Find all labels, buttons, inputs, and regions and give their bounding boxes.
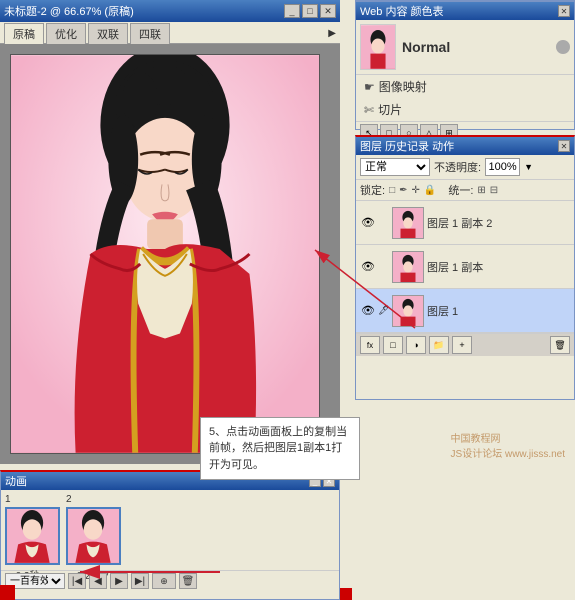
layers-panel: 图层 历史记录 动作 ✕ 正常 不透明度: ▼ 锁定: □ ✒ ✛ 🔒 统一: …: [355, 135, 575, 400]
slice-icon: ✄: [364, 103, 374, 117]
frame-1-number: 1: [5, 494, 11, 505]
web-panel-title: Web 内容 颜色表: [360, 3, 444, 19]
anim-copy-frame-button[interactable]: ⊕: [152, 573, 176, 589]
layer-row-1[interactable]: 👁 🖊 图层 1: [356, 289, 574, 333]
layers-panel-close-button[interactable]: ✕: [558, 140, 570, 152]
tab-optimize[interactable]: 优化: [46, 23, 86, 44]
layer-visibility-copy2[interactable]: 👁: [360, 215, 376, 231]
opacity-dropdown-icon[interactable]: ▼: [524, 162, 533, 172]
animation-panel: 动画 _ ✕ 1 0.2秒▼: [0, 470, 340, 600]
lock-paint-icon[interactable]: ✒: [399, 185, 407, 196]
painting-figure: [11, 55, 319, 453]
layer-adjustment-button[interactable]: ◑: [406, 336, 426, 354]
unite-label: 统一:: [448, 182, 473, 198]
web-slice-item[interactable]: ✄ 切片: [356, 98, 574, 121]
web-panel-close-button[interactable]: ✕: [558, 5, 570, 17]
layer-link-copy2: [379, 215, 389, 231]
web-normal-label: Normal: [402, 39, 450, 55]
frame-2-number: 2: [66, 494, 72, 505]
layer-link-copy1: [379, 259, 389, 275]
layer-thumb-1: [392, 295, 424, 327]
layers-mode-select[interactable]: 正常: [360, 158, 430, 176]
anim-delete-frame-button[interactable]: 🗑: [179, 573, 197, 589]
animation-frame-1[interactable]: 1 0.2秒▼: [5, 494, 60, 582]
web-panel-titlebar: Web 内容 颜色表 ✕: [356, 2, 574, 20]
watermark-line1: 中国教程网: [451, 430, 565, 445]
anim-rewind-button[interactable]: |◀: [68, 573, 86, 589]
web-image-map-item[interactable]: ☛ 图像映射: [356, 75, 574, 98]
anim-prev-button[interactable]: ◀: [89, 573, 107, 589]
image-map-icon: ☛: [364, 80, 375, 94]
animation-bottom-bar: 一百有效▼ |◀ ◀ ▶ ▶| ⊕ 🗑: [1, 570, 339, 591]
tab-double[interactable]: 双联: [88, 23, 128, 44]
animation-frames: 1 0.2秒▼ 2: [1, 490, 339, 570]
layer-row-copy2[interactable]: 👁 图层 1 副本 2: [356, 201, 574, 245]
layer-new-button[interactable]: +: [452, 336, 472, 354]
layers-bottom-toolbar: fx □ ◑ 📁 + 🗑: [356, 333, 574, 356]
layer-link-1: 🖊: [379, 303, 389, 319]
lock-move-icon[interactable]: ✛: [412, 185, 420, 196]
animation-title-text: 动画: [5, 473, 27, 489]
tab-original[interactable]: 原稿: [4, 23, 44, 45]
layer-name-copy1: 图层 1 副本: [427, 259, 483, 275]
layer-row-copy1[interactable]: 👁 图层 1 副本: [356, 245, 574, 289]
layer-thumb-copy2: [392, 207, 424, 239]
opacity-input[interactable]: [485, 158, 520, 176]
red-corner-indicator-1: [0, 585, 15, 600]
tab-quad[interactable]: 四联: [130, 23, 170, 44]
unite-icon2[interactable]: ⊟: [490, 185, 498, 196]
minimize-button[interactable]: _: [284, 4, 300, 18]
layer-group-button[interactable]: 📁: [429, 336, 449, 354]
web-content-header: Normal: [356, 20, 574, 75]
layer-delete-button[interactable]: 🗑: [550, 336, 570, 354]
slice-label: 切片: [378, 101, 402, 118]
lock-transparent-icon[interactable]: □: [389, 185, 395, 196]
layers-controls: 正常 不透明度: ▼: [356, 155, 574, 180]
web-thumbnail: [360, 24, 396, 70]
canvas-area: [0, 44, 340, 464]
web-content-panel: Web 内容 颜色表 ✕ Normal ☛ 图像映射 ✄ 切片 ↖: [355, 0, 575, 130]
canvas-image: [10, 54, 320, 454]
ps-main-window: 未标题-2 @ 66.67% (原稿) _ □ ✕ 原稿 优化 双联 四联 ▶: [0, 0, 575, 600]
frame-1-thumbnail: [5, 507, 60, 565]
layer-name-1: 图层 1: [427, 303, 458, 319]
layer-visibility-1[interactable]: 👁: [360, 303, 376, 319]
lock-bar: 锁定: □ ✒ ✛ 🔒 统一: ⊞ ⊟: [356, 180, 574, 201]
opacity-label: 不透明度:: [434, 159, 481, 175]
canvas-title: 未标题-2 @ 66.67% (原稿): [4, 3, 134, 19]
maximize-button[interactable]: □: [302, 4, 318, 18]
tab-bar: 原稿 优化 双联 四联 ▶: [0, 22, 340, 44]
unite-icon1[interactable]: ⊞: [477, 185, 485, 196]
layer-mask-button[interactable]: □: [383, 336, 403, 354]
layer-fx-button[interactable]: fx: [360, 336, 380, 354]
red-corner-indicator-2: [340, 588, 352, 600]
layer-name-copy2: 图层 1 副本 2: [427, 215, 492, 231]
layers-panel-title-text: 图层 历史记录 动作: [360, 138, 454, 154]
instruction-tooltip: 5、点击动画面板上的复制当前帧，然后把图层1副本1打开为可见。: [200, 417, 360, 481]
layer-visibility-copy1[interactable]: 👁: [360, 259, 376, 275]
animation-frame-2[interactable]: 2 0.2秒▼: [66, 494, 121, 582]
frame-2-thumbnail: [66, 507, 121, 565]
watermark-line2: JS设计论坛 www.jisss.net: [451, 445, 565, 460]
instruction-text: 5、点击动画面板上的复制当前帧，然后把图层1副本1打开为可见。: [209, 426, 347, 471]
lock-all-icon[interactable]: 🔒: [424, 185, 436, 196]
window-controls: _ □ ✕: [284, 4, 336, 18]
image-map-label: 图像映射: [379, 78, 427, 95]
close-button[interactable]: ✕: [320, 4, 336, 18]
tab-arrow-icon: ▶: [328, 28, 336, 39]
web-settings-icon[interactable]: [556, 40, 570, 54]
layer-thumb-copy1: [392, 251, 424, 283]
anim-play-button[interactable]: ▶: [110, 573, 128, 589]
layers-panel-titlebar: 图层 历史记录 动作 ✕: [356, 137, 574, 155]
watermark: 中国教程网 JS设计论坛 www.jisss.net: [451, 430, 565, 460]
canvas-title-bar: 未标题-2 @ 66.67% (原稿) _ □ ✕: [0, 0, 340, 22]
anim-next-button[interactable]: ▶|: [131, 573, 149, 589]
lock-label: 锁定:: [360, 182, 385, 198]
